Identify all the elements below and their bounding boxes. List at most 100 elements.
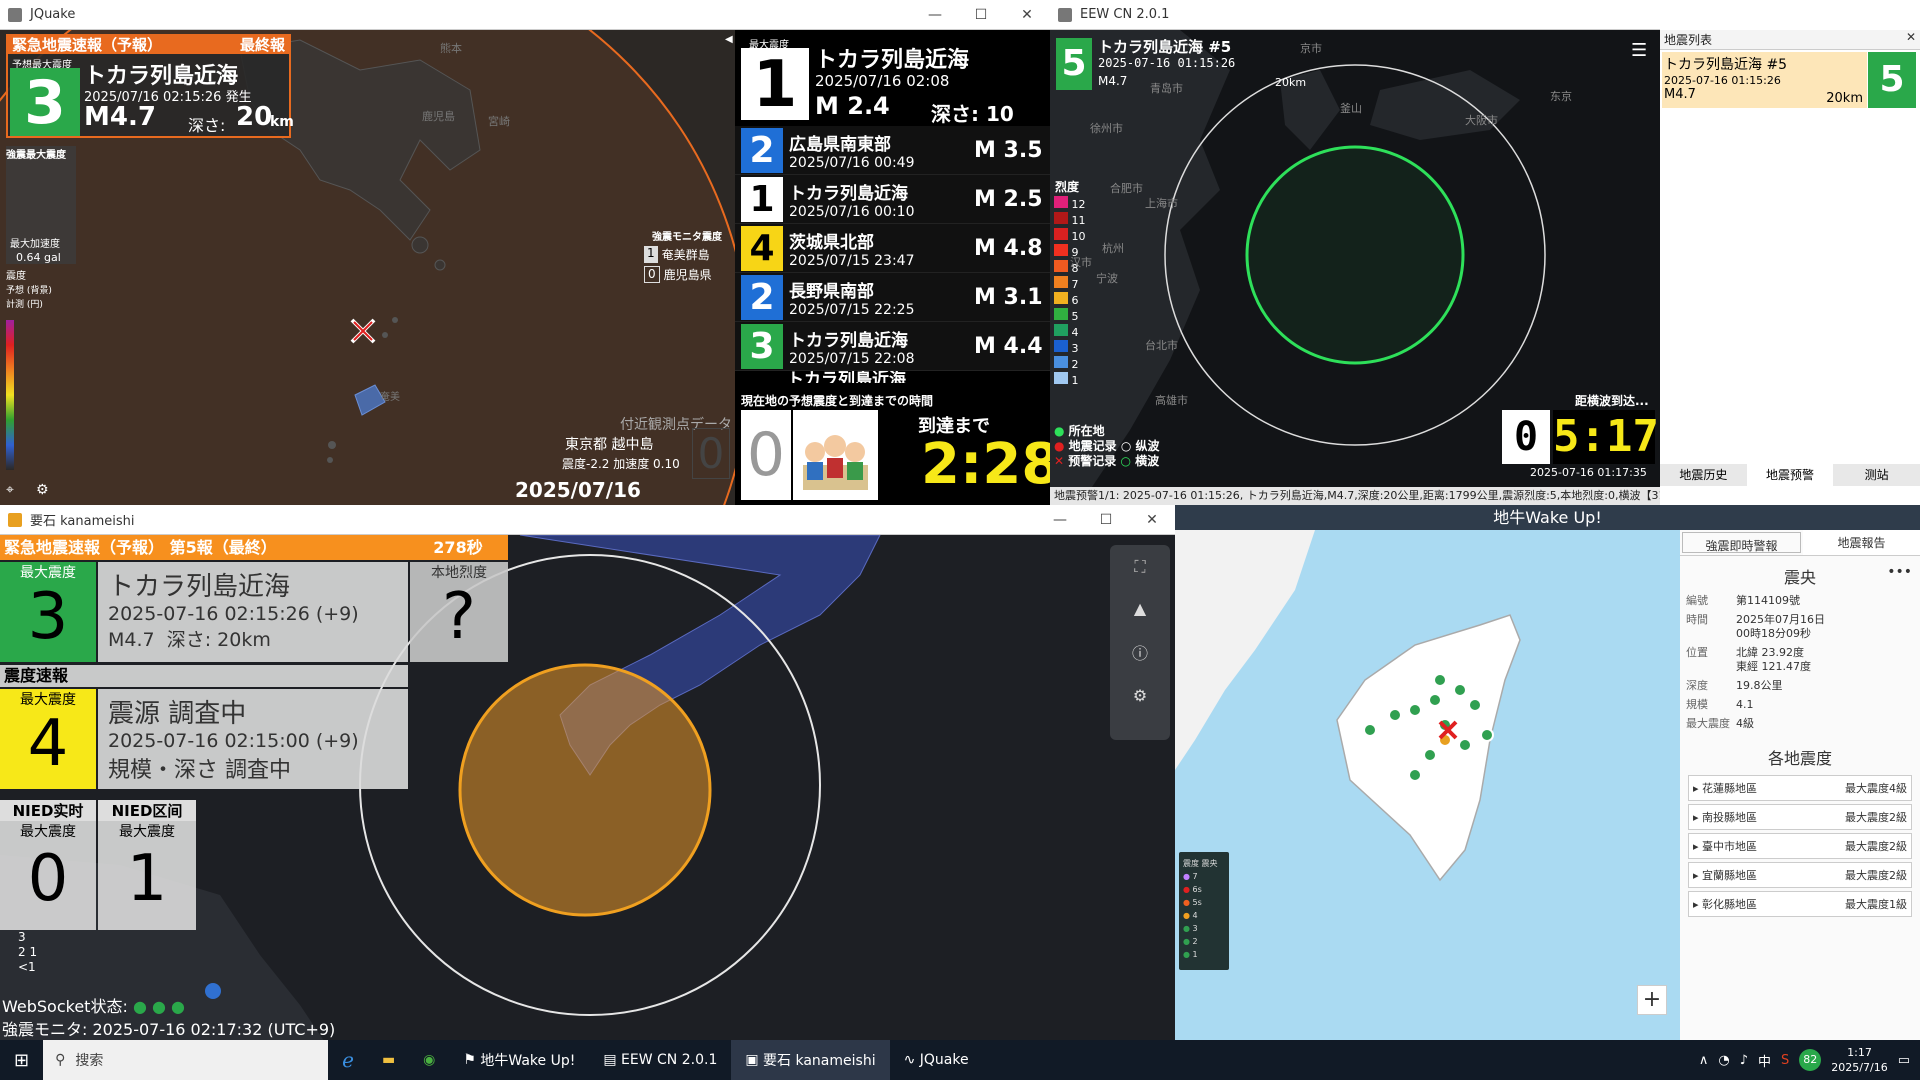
clock-date: 2025/7/16 [1831, 1061, 1888, 1074]
warning-icon[interactable]: ▲ [1110, 599, 1170, 618]
notification-icon[interactable]: ▭ [1898, 1053, 1910, 1068]
list-item[interactable]: 2 広島県南東部 2025/07/16 00:49 M 3.5 [735, 126, 1050, 175]
windows-start-icon[interactable]: ⊞ [0, 1040, 43, 1080]
jquake-titlebar[interactable]: JQuake — ☐ ✕ [0, 0, 1050, 30]
report-table: 編號 第114109號 時間 2025年07月16日 00時18分09秒 位置 北緯 … [1686, 594, 1914, 731]
city-label: 宁波 [1096, 272, 1118, 285]
eewcn-titlebar[interactable]: EEW CN 2.0.1 [1050, 0, 1660, 30]
edge-icon[interactable]: ℯ [328, 1040, 368, 1080]
jquake-map[interactable]: 鹿児島 宮崎 熊本 奄美 緊急地震速報（予報） 最終報 予想最大震度 3 トカラ列… [0, 30, 735, 505]
more-icon[interactable]: ••• [1887, 564, 1912, 580]
row-value: 19.8公里 [1736, 679, 1783, 692]
chevron-up-icon[interactable]: ∧ [1699, 1053, 1709, 1068]
legend-item: 1 [1192, 950, 1198, 959]
eewcn-app-icon [1058, 7, 1072, 22]
jquake-clock: 2025/07/16 02:17:33 [515, 478, 641, 505]
flash-scale: 規模・深さ 調査中 [108, 758, 291, 783]
maximize-icon[interactable]: ☐ [1083, 505, 1129, 535]
countdown: 5:17 [1553, 410, 1659, 464]
list-item[interactable]: 3 トカラ列島近海 2025/07/15 22:08 M 4.4 [735, 322, 1050, 371]
area-item[interactable]: ▸ 南投縣地區 最大震度2級 [1688, 804, 1912, 830]
footer-time: 2025-07-16 01:17:35 [1530, 466, 1647, 479]
taskbar-item[interactable]: ∿ JQuake [890, 1040, 983, 1080]
minimize-icon[interactable]: — [912, 0, 958, 30]
list-item[interactable]: 1 トカラ列島近海 2025/07/16 00:10 M 2.5 [735, 175, 1050, 224]
eq-mag: M4.7 [84, 102, 156, 132]
ws-label: WebSocket状态: [2, 997, 128, 1016]
gear-icon[interactable]: ⚙ [36, 482, 49, 498]
svg-text:鹿児島: 鹿児島 [422, 109, 455, 123]
area-name: 宜蘭縣地區 [1702, 869, 1758, 882]
legend-record: 地震记录 [1068, 439, 1117, 453]
kaname-app-icon [8, 512, 22, 527]
taiwan-map[interactable] [1175, 530, 1680, 1050]
tab-history[interactable]: 地震历史 [1660, 464, 1747, 486]
kaname-titlebar[interactable]: 要石 kanameishi — ☐ ✕ [0, 505, 1175, 535]
close-icon[interactable]: ✕ [1004, 0, 1050, 30]
taskbar-item[interactable]: ▤ EEW CN 2.0.1 [589, 1040, 731, 1080]
scale-item: 3 [18, 930, 26, 944]
zoom-in-button[interactable]: + [1637, 985, 1667, 1015]
location-icon[interactable]: ⌖ [6, 482, 14, 498]
taskbar-label: 地牛Wake Up! [480, 1053, 576, 1069]
ime-indicator[interactable]: 中 [1758, 1051, 1771, 1070]
item-region: トカラ列島近海 [789, 183, 908, 204]
intensity-scale-bar [6, 320, 14, 470]
tab-eew[interactable]: 強震即時警報 [1682, 532, 1801, 553]
city-label: 高雄市 [1155, 394, 1188, 407]
max-int: 3 [27, 580, 69, 654]
eqlist-item[interactable]: トカラ列島近海 #5 2025-07-16 01:15:26 M4.7 20km [1662, 52, 1867, 108]
volume-icon[interactable]: ♪ [1740, 1053, 1748, 1068]
area-name: 臺中市地區 [1702, 840, 1758, 853]
city-label: 上海市 [1145, 197, 1178, 210]
fullscreen-icon[interactable]: ⛶ [1110, 557, 1170, 577]
row-value: 2025年07月16日 00時18分09秒 [1736, 613, 1825, 640]
item-depth: 20km [1826, 91, 1863, 106]
city-label: 杭州 [1102, 242, 1124, 255]
eq-depth-label: 深さ: [188, 116, 226, 135]
app-icon: ∿ [903, 1052, 920, 1068]
area-item[interactable]: ▸ 彰化縣地區 最大震度1級 [1688, 891, 1912, 917]
list-item[interactable]: 4 茨城県北部 2025/07/15 23:47 M 4.8 [735, 224, 1050, 273]
collapse-icon[interactable]: ◀ [725, 34, 733, 45]
tab-report[interactable]: 地震報告 [1803, 530, 1920, 555]
area-value: 最大震度4級 [1845, 782, 1907, 795]
eewcn-intensity: 5 [1056, 38, 1092, 90]
close-icon[interactable]: ✕ [1906, 30, 1916, 44]
search-box[interactable]: ⚲ 搜索 [43, 1040, 329, 1080]
tray-badge[interactable]: 82 [1799, 1049, 1822, 1071]
row-value: 4級 [1736, 717, 1754, 730]
list-item[interactable]: 2 長野県南部 2025/07/15 22:25 M 3.1 [735, 273, 1050, 322]
area-name: 花蓮縣地區 [1702, 782, 1758, 795]
minimize-icon[interactable]: — [1037, 505, 1083, 535]
item-time: 2025/07/16 00:10 [789, 203, 915, 220]
jquake-eew-panel: 緊急地震速報（予報） 最終報 予想最大震度 3 トカラ列島近海 2025/07/1… [6, 34, 294, 138]
area-item[interactable]: ▸ 臺中市地區 最大震度2級 [1688, 833, 1912, 859]
area-value: 最大震度1級 [1845, 898, 1907, 911]
nied1-value: 0 [27, 842, 69, 916]
city-label: 青岛市 [1150, 82, 1183, 95]
maximize-icon[interactable]: ☐ [958, 0, 1004, 30]
area-item[interactable]: ▸ 宜蘭縣地區 最大震度2級 [1688, 862, 1912, 888]
taskbar-item[interactable]: ⚑ 地牛Wake Up! [449, 1040, 589, 1080]
network-icon[interactable]: ◔ [1718, 1053, 1729, 1068]
tab-warning[interactable]: 地震预警 [1746, 464, 1834, 486]
list-item-partial: トカラ列島近海 [787, 371, 906, 383]
info-icon[interactable]: ⓘ [1110, 640, 1170, 664]
taskbar-item[interactable]: ▣ 要石 kanameishi [731, 1040, 890, 1080]
menu-icon[interactable]: ☰ [1631, 40, 1647, 61]
wakeup-title: 地牛Wake Up! [1175, 505, 1920, 530]
close-icon[interactable]: ✕ [1129, 505, 1175, 535]
monitor-label: 強震モニタ震度 [652, 232, 722, 243]
app-tray-icon[interactable]: S [1781, 1053, 1789, 1068]
jquake-eq-list[interactable]: ◀ 最大震度 1 トカラ列島近海 2025/07/16 02:08 M 2.4 … [725, 30, 1050, 505]
folder-icon[interactable]: ▬ [368, 1040, 409, 1080]
scale-item: 2 [18, 945, 26, 959]
browser-icon[interactable]: ◉ [409, 1040, 449, 1080]
tab-station[interactable]: 测站 [1833, 464, 1920, 486]
nied-realtime: NIED实时 最大震度 0 [0, 800, 96, 930]
area-item[interactable]: ▸ 花蓮縣地區 最大震度4級 [1688, 775, 1912, 801]
clock[interactable]: 1:17 2025/7/16 [1831, 1045, 1887, 1075]
alert-title: 緊急地震速報（予報） [12, 36, 163, 54]
gear-icon[interactable]: ⚙ [1110, 686, 1170, 705]
